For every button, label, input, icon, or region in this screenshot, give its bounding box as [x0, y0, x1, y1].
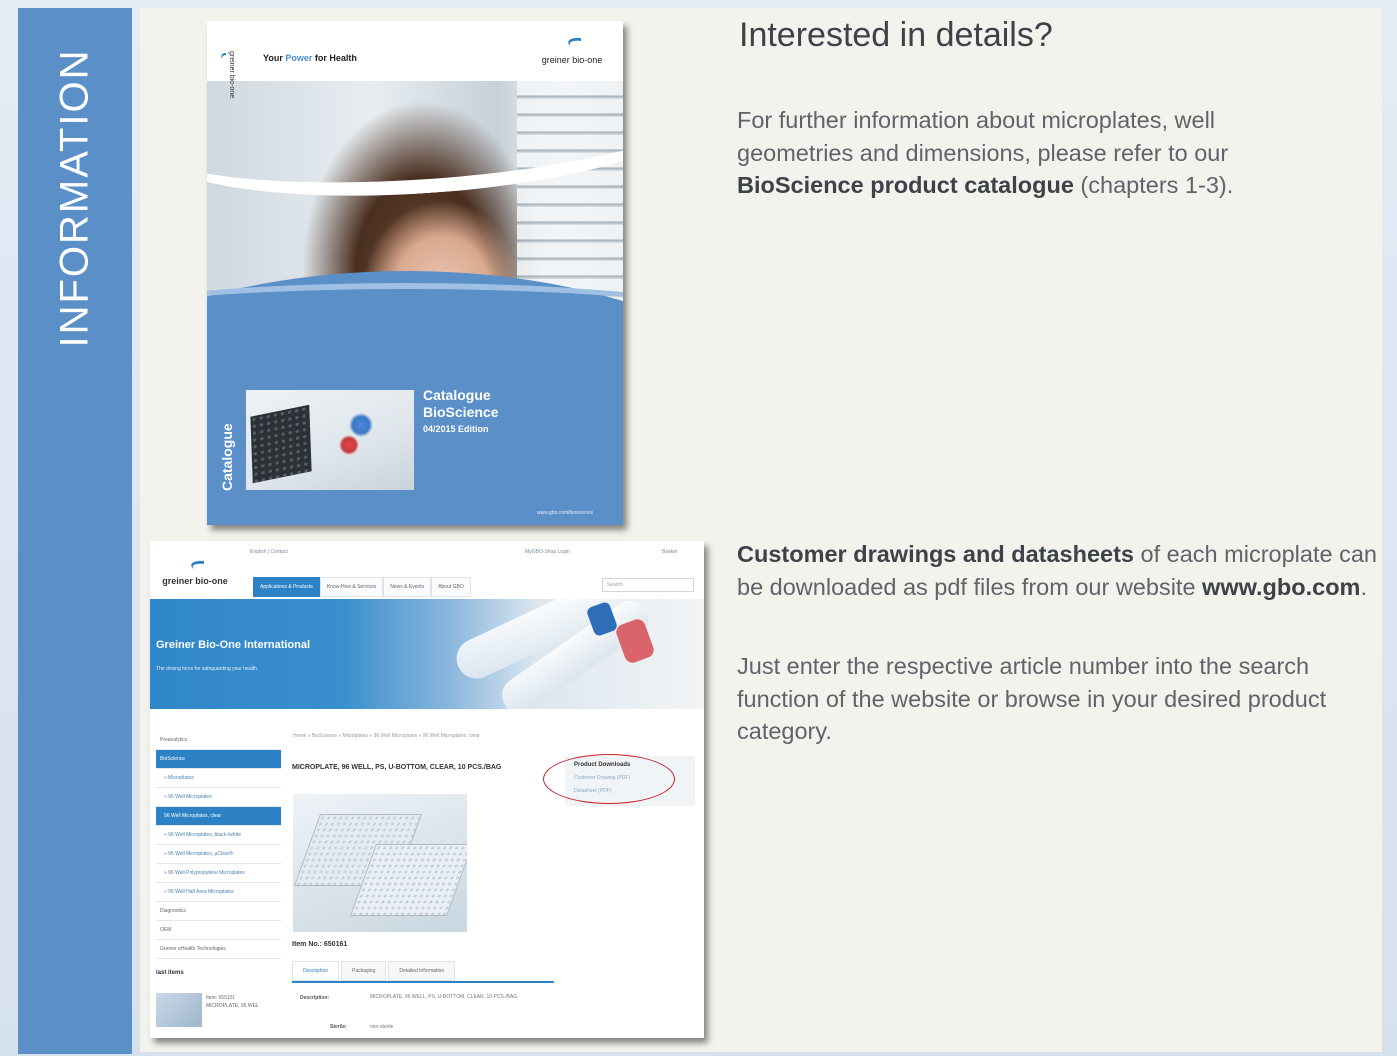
website-sidebar-item: » 96 Well Microplates, black-/white [156, 826, 281, 845]
website-nav-item: About GBO [431, 577, 471, 597]
search-info-paragraph: Just enter the respective article number… [737, 653, 1327, 744]
side-tab-label: INFORMATION [52, 48, 97, 348]
website-sidebar-item: Diagnostics [156, 902, 281, 921]
drawings-datasheets-text: Customer drawings and datasheets [737, 541, 1134, 567]
website-cart-link: Basket [662, 549, 678, 555]
catalogue-url: www.gbo.com/bioscience [537, 510, 594, 516]
catalogue-light-wave [207, 283, 623, 369]
website-sidebar-item: Greiner eHealth Technologies [156, 940, 281, 959]
catalogue-lab-photo [246, 390, 414, 490]
last-item-thumbnail [156, 993, 202, 1027]
downloads-highlight-ellipse [543, 754, 675, 804]
website-screenshot: greiner bio-one English | Contact MyGBO-… [150, 541, 704, 1038]
microplate-photo [250, 404, 312, 484]
website-last-items-title: last items [156, 970, 184, 976]
website-breadcrumb: Home » BioScience » Microplates » 96 Wel… [293, 733, 480, 739]
website-sidebar-item: » 96 Well Half Area Microplates [156, 883, 281, 902]
website-sidebar-item: BioScience [156, 750, 281, 769]
side-tab: INFORMATION [18, 8, 132, 1054]
catalogue-brand-vertical: greiner bio-one [228, 51, 235, 99]
catalogue-title: Catalogue BioScience [423, 387, 499, 420]
website-search-field: Search [602, 578, 694, 592]
website-nav: Applications & Products Know-How & Servi… [253, 577, 471, 597]
website-banner: Greiner Bio-One International The drivin… [150, 599, 704, 709]
website-sterile-value: non-sterile [370, 1024, 394, 1030]
website-user-links: MyGBO-Shop Login [525, 549, 570, 555]
catalogue-cover-image: greiner bio-one Your Power for Health gr… [207, 21, 623, 525]
catalogue-tagline: Your Power for Health [263, 53, 357, 63]
greiner-logo-icon [191, 560, 204, 569]
website-product-image [293, 794, 467, 932]
catalogue-brand-logo: greiner bio-one [532, 35, 612, 65]
website-logo: greiner bio-one [155, 559, 235, 589]
banner-cap-image [614, 617, 656, 665]
catalogue-brand-name: greiner bio-one [541, 55, 603, 65]
website-top-links: English | Contact [250, 549, 288, 555]
website-description-label: Description: [300, 995, 330, 1001]
website-sidebar: Preanalytics BioScience » Microplates » … [156, 731, 281, 959]
website-sterile-label: Sterile: [330, 1024, 347, 1030]
website-tab: Detailed Information [388, 961, 456, 981]
website-sidebar-item: Preanalytics [156, 731, 281, 750]
website-sidebar-item: OEM [156, 921, 281, 940]
greiner-logo-icon [221, 53, 226, 60]
website-description-value: MICROPLATE, 96 WELL, PS, U-BOTTOM, CLEAR… [370, 994, 518, 1000]
website-last-item: Item: 655101 MICROPLATE, 96 WEL [206, 995, 259, 1009]
website-tab: Description [292, 961, 340, 981]
website-sidebar-item: 96 Well Microplates, clear [156, 807, 281, 826]
website-item-number: Item No.: 650161 [292, 941, 348, 948]
greiner-logo-icon [568, 37, 581, 46]
catalogue-info-paragraph: For further information about microplate… [737, 107, 1234, 198]
website-tabs: Description Packaging Detailed Informati… [292, 961, 554, 983]
website-sidebar-item: » 96 Well Microplates, µClear® [156, 845, 281, 864]
website-product-title: MICROPLATE, 96 WELL, PS, U-BOTTOM, CLEAR… [292, 764, 502, 771]
website-sidebar-item: » Microplates [156, 769, 281, 788]
downloads-info-paragraph: Customer drawings and datasheets of each… [737, 541, 1377, 600]
website-nav-item: News & Events [383, 577, 432, 597]
website-nav-item: Applications & Products [253, 577, 320, 597]
website-banner-title: Greiner Bio-One International [156, 639, 311, 651]
website-sidebar-item: » 96 Well Polypropylene Microplates [156, 864, 281, 883]
website-sidebar-item: » 96 Well Microplates [156, 788, 281, 807]
catalogue-edition: 04/2015 Edition [423, 424, 489, 434]
catalogue-reference: BioScience product catalogue [737, 172, 1074, 198]
website-url-text: www.gbo.com [1202, 573, 1361, 600]
page-title: Interested in details? [739, 16, 1053, 54]
website-tab: Packaging [341, 961, 387, 981]
website-nav-item: Know-How & Services [319, 577, 384, 597]
website-banner-subtitle: The driving force for safeguarding your … [156, 666, 259, 672]
catalogue-side-label: Catalogue [219, 423, 235, 491]
